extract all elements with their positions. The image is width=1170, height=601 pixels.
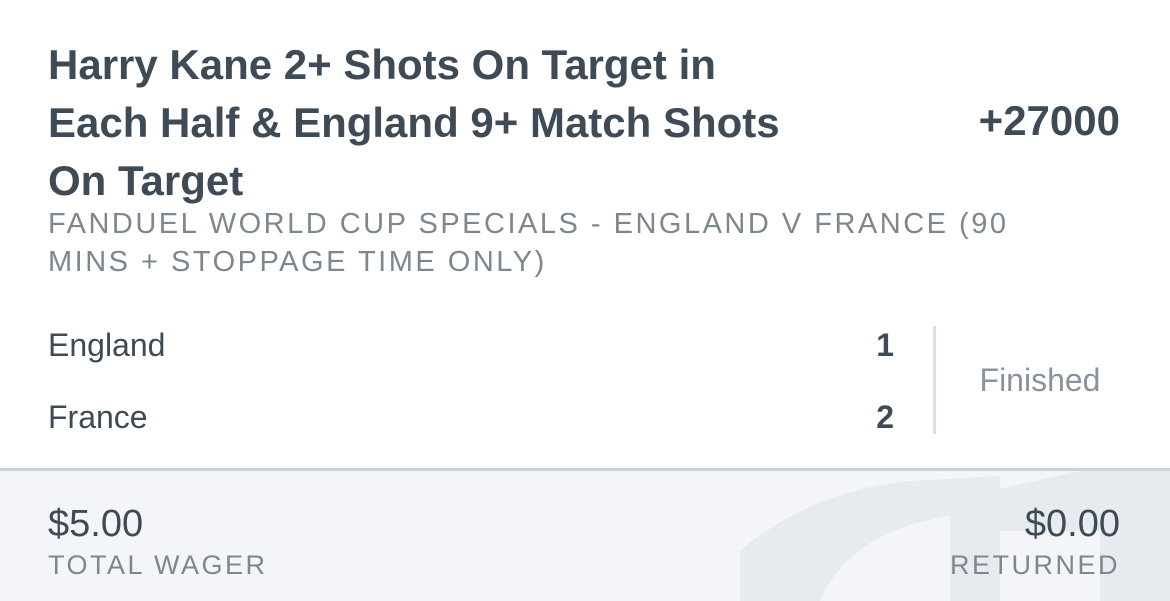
team-score-england: 1 (876, 327, 894, 363)
match-status: Finished (979, 362, 1101, 398)
bet-market: FANDUEL WORLD CUP SPECIALS - ENGLAND V F… (48, 208, 1009, 278)
score-divider (933, 326, 936, 434)
team-name-england: England (48, 327, 166, 363)
team-score-france: 2 (876, 399, 894, 435)
team-name-france: France (48, 399, 148, 435)
bet-footer: $5.00 TOTAL WAGER $0.00 RETURNED (0, 468, 1170, 601)
total-wager-amount: $5.00 (48, 503, 144, 545)
bet-title: Harry Kane 2+ Shots On Target in Each Ha… (48, 41, 780, 204)
total-wager-label: TOTAL WAGER (48, 550, 268, 580)
bet-odds: +27000 (978, 97, 1120, 144)
returned-amount: $0.00 (1024, 503, 1120, 545)
returned-label: RETURNED (949, 550, 1120, 580)
